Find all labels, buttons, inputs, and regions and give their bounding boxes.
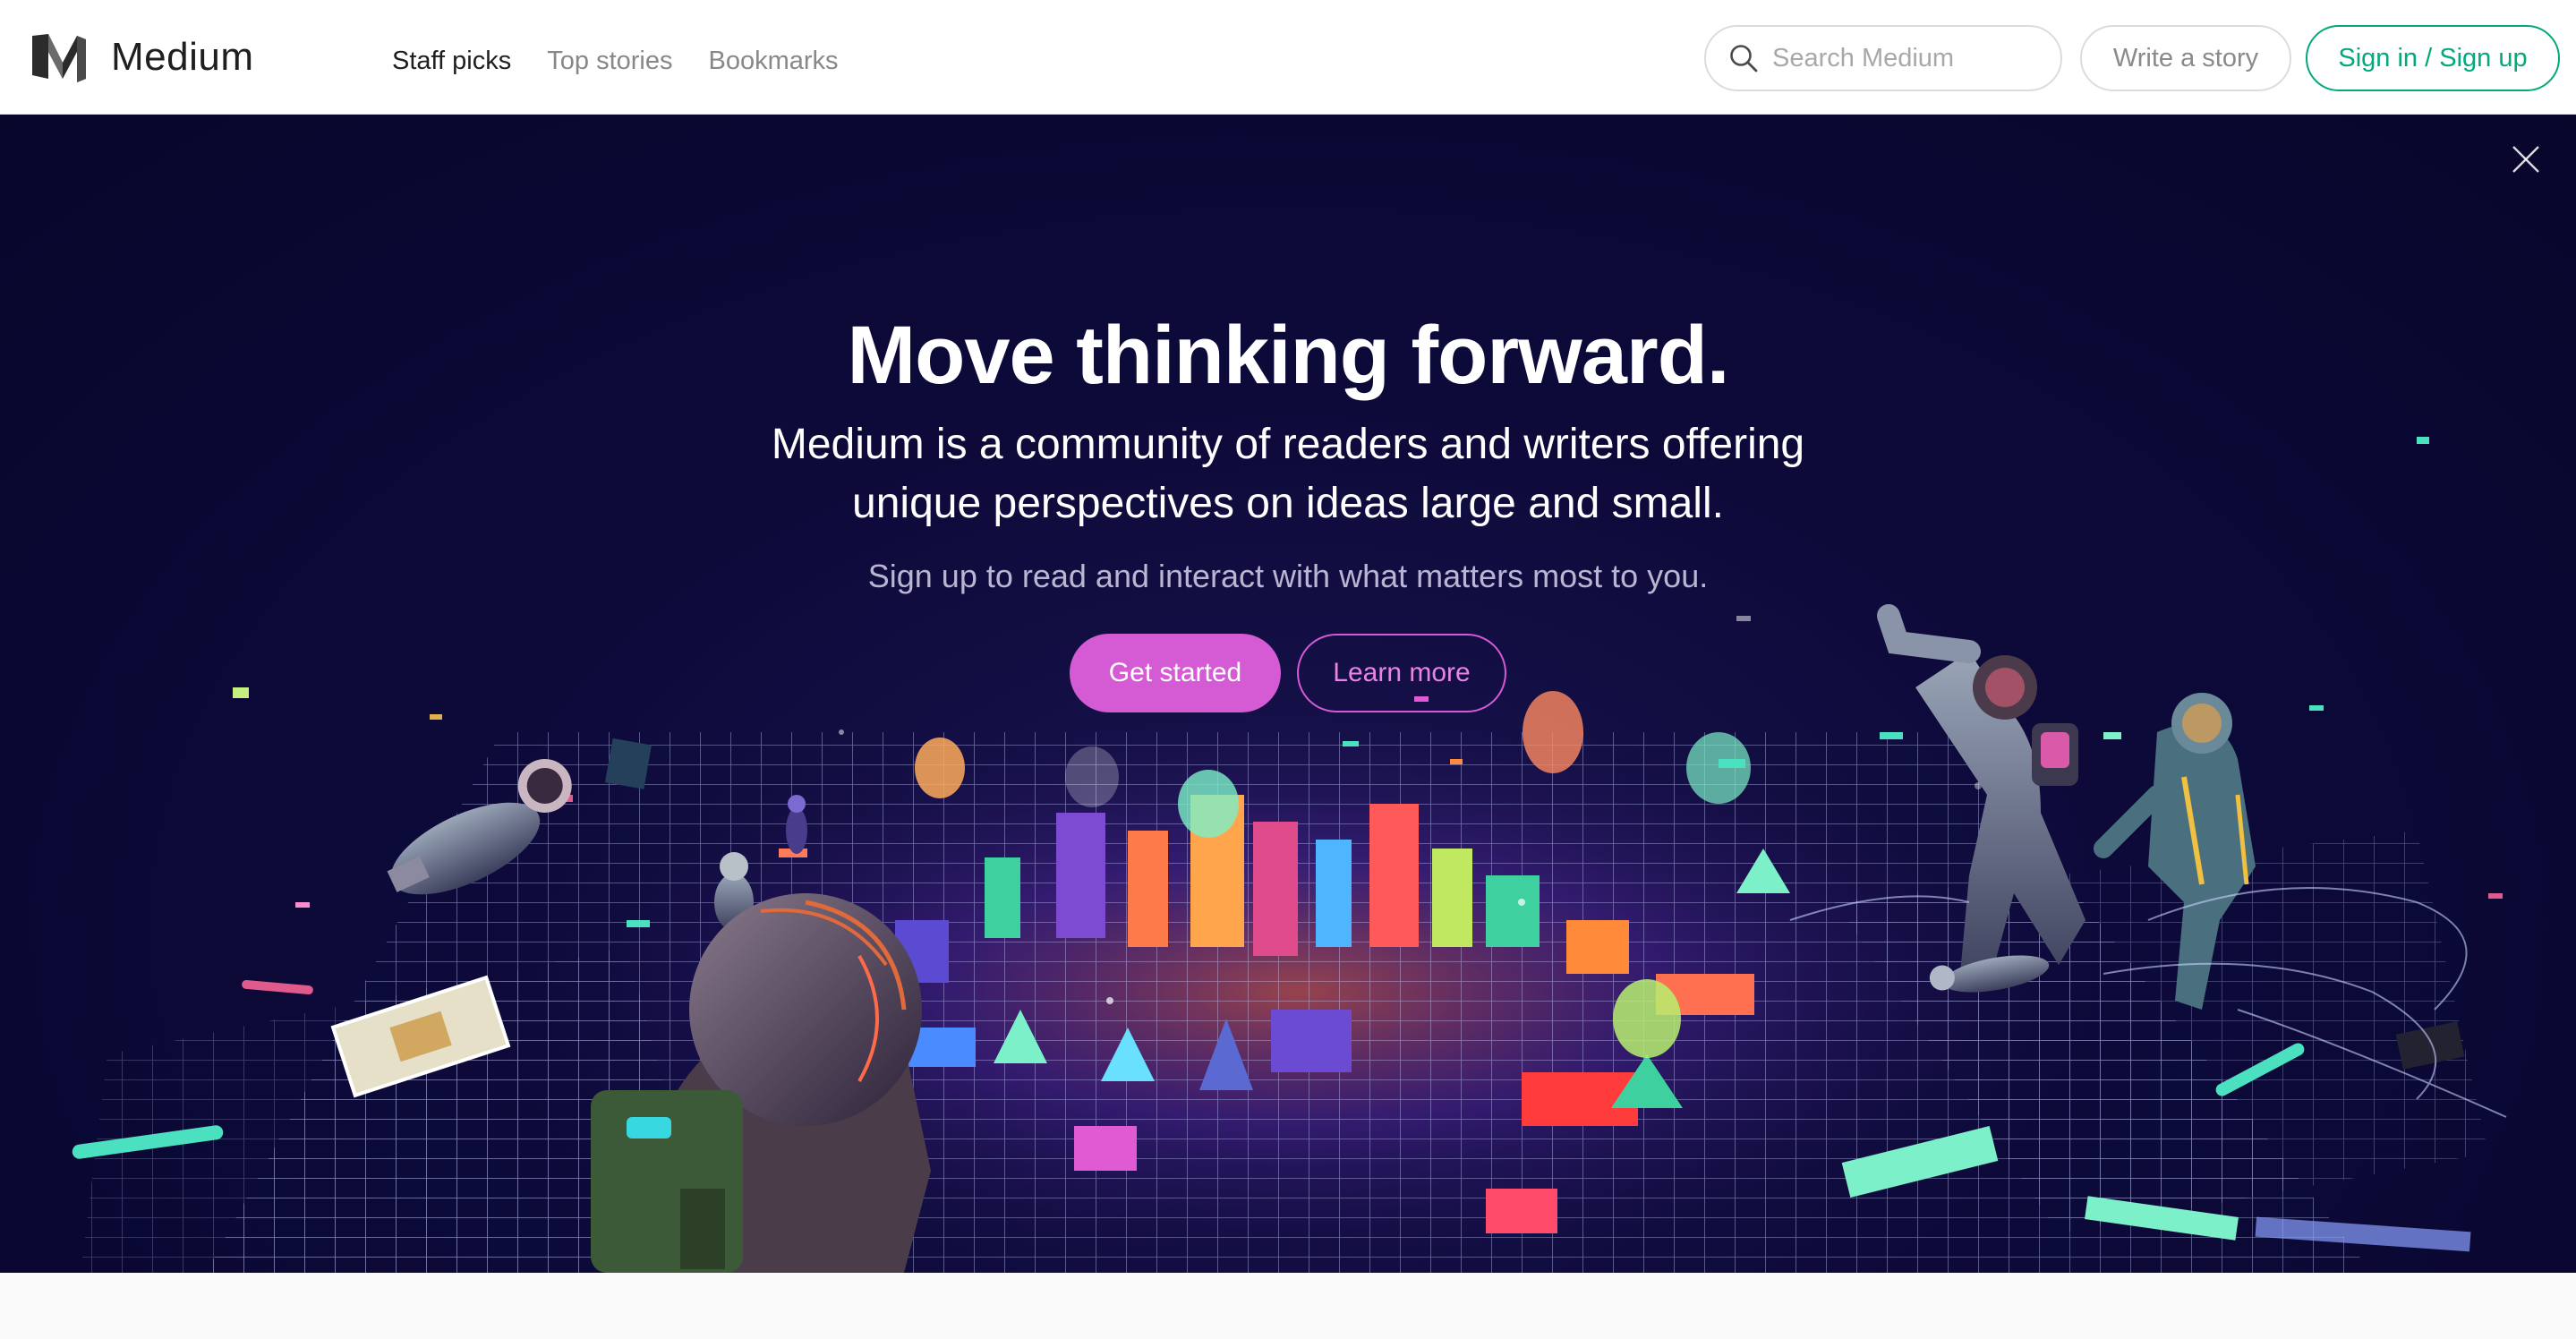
get-started-button[interactable]: Get started (1070, 634, 1281, 712)
top-navbar: Medium Staff picks Top stories Bookmarks… (0, 0, 2576, 115)
brand-name: Medium (111, 35, 254, 79)
nav-link-staff-picks[interactable]: Staff picks (392, 39, 511, 82)
nav-link-bookmarks[interactable]: Bookmarks (708, 39, 838, 82)
hero-title: Move thinking forward. (847, 310, 1730, 401)
brand-logo[interactable]: Medium (30, 30, 254, 84)
write-story-button[interactable]: Write a story (2080, 25, 2291, 91)
medium-m-logo-icon (32, 34, 86, 82)
nav-link-top-stories[interactable]: Top stories (547, 39, 672, 82)
primary-nav: Staff picks Top stories Bookmarks (392, 39, 839, 82)
sign-in-sign-up-button[interactable]: Sign in / Sign up (2306, 25, 2560, 91)
hero-banner: Move thinking forward. Medium is a commu… (0, 115, 2576, 1273)
search-icon (1730, 45, 1758, 72)
search-box[interactable] (1704, 25, 2110, 91)
close-icon[interactable] (2506, 140, 2546, 179)
content-area-background (0, 1273, 2576, 1339)
hero-buttons: Get started Learn more (0, 634, 2576, 712)
hero-copy: Move thinking forward. Medium is a commu… (0, 303, 2576, 712)
search-input[interactable] (1772, 43, 2110, 73)
hero-cta-text: Sign up to read and interact with what m… (867, 558, 1709, 594)
hero-subtitle: Medium is a community of readers and wri… (771, 421, 1805, 527)
learn-more-button[interactable]: Learn more (1297, 634, 1506, 712)
